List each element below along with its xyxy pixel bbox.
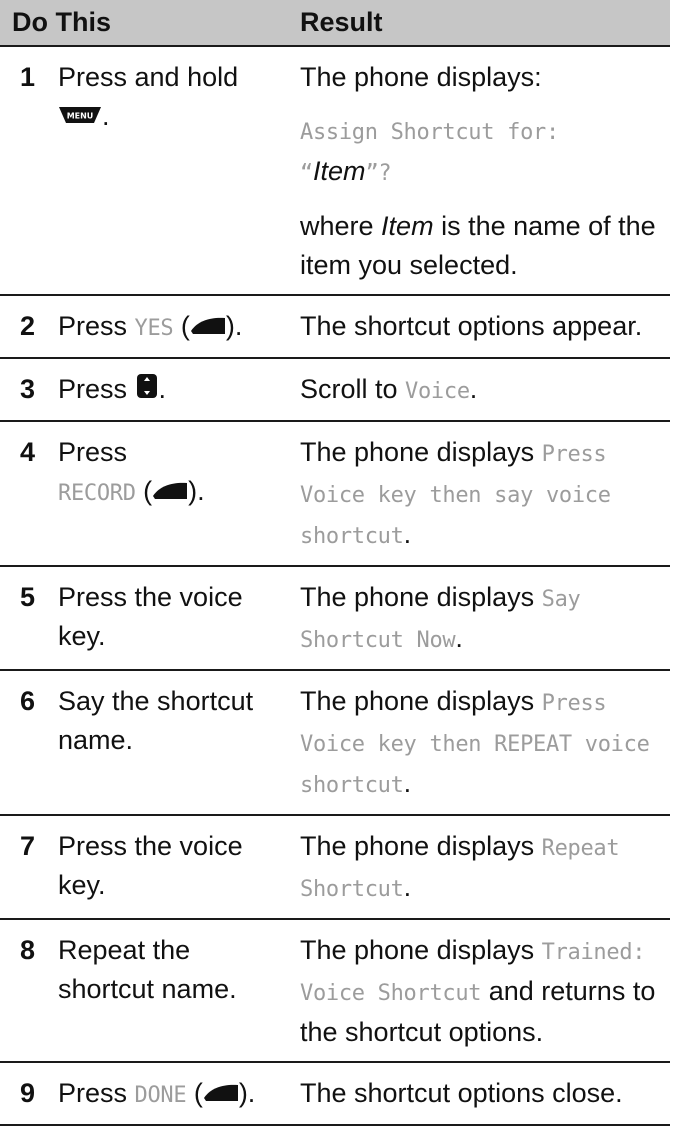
table-row: 5 Press the voice key. The phone display… xyxy=(0,566,670,671)
nav-key-icon xyxy=(135,371,159,410)
step-result: The phone displays Repeat Shortcut. xyxy=(292,815,670,920)
step-result: The phone displays Trained: Voice Shortc… xyxy=(292,919,670,1063)
right-soft-key-icon xyxy=(152,473,188,512)
instruction-table: Do This Result 1 Press and hold MENU . T… xyxy=(0,0,670,1126)
step-action: Press . xyxy=(42,358,292,422)
soft-key-label: YES xyxy=(134,316,174,341)
table-row: 3 Press . Scroll to Voice. xyxy=(0,358,670,422)
step-number: 9 xyxy=(0,1062,42,1126)
menu-key-icon: MENU xyxy=(58,98,102,137)
step-action: Say the shortcut name. xyxy=(42,670,292,816)
step-number: 7 xyxy=(0,815,42,920)
step-action: Press the voice key. xyxy=(42,566,292,671)
table-row: 9 Press DONE (). The shortcut options cl… xyxy=(0,1062,670,1126)
result-text: The phone displays: xyxy=(300,62,542,92)
page: Do This Result 1 Press and hold MENU . T… xyxy=(0,0,674,1126)
table-row: 8 Repeat the shortcut name. The phone di… xyxy=(0,919,670,1063)
soft-key-label: RECORD xyxy=(58,481,136,506)
table-row: 7 Press the voice key. The phone display… xyxy=(0,815,670,920)
step-action: Press and hold MENU . xyxy=(42,46,292,296)
step-result: The phone displays Say Shortcut Now. xyxy=(292,566,670,671)
step-number: 1 xyxy=(0,46,42,296)
table-row: 6 Say the shortcut name. The phone displ… xyxy=(0,670,670,816)
step-number: 4 xyxy=(0,421,42,567)
step-action: Press the voice key. xyxy=(42,815,292,920)
svg-text:MENU: MENU xyxy=(67,112,94,121)
step-action: Repeat the shortcut name. xyxy=(42,919,292,1063)
table-row: 2 Press YES (). The shortcut options app… xyxy=(0,295,670,359)
step-action-text: Press and hold xyxy=(58,62,239,92)
table-header-row: Do This Result xyxy=(0,0,670,47)
left-soft-key-icon xyxy=(190,308,226,347)
step-result: The phone displays Press Voice key then … xyxy=(292,421,670,567)
step-result: The shortcut options close. xyxy=(292,1062,670,1126)
table-row: 4 Press RECORD (). The phone displays Pre… xyxy=(0,421,670,567)
step-number: 8 xyxy=(0,919,42,1063)
table-row: 1 Press and hold MENU . The phone displa… xyxy=(0,46,670,296)
step-number: 3 xyxy=(0,358,42,422)
header-do-this: Do This xyxy=(0,0,292,47)
step-result: The phone displays: Assign Shortcut for:… xyxy=(292,46,670,296)
step-action: Press DONE (). xyxy=(42,1062,292,1126)
step-action: Press YES (). xyxy=(42,295,292,359)
step-number: 2 xyxy=(0,295,42,359)
soft-key-label: DONE xyxy=(134,1083,187,1108)
result-text: where Item is the name of the item you s… xyxy=(300,211,656,280)
step-result: Scroll to Voice. xyxy=(292,358,670,422)
step-number: 6 xyxy=(0,670,42,816)
step-action: Press RECORD (). xyxy=(42,421,292,567)
step-result: The phone displays Press Voice key then … xyxy=(292,670,670,816)
step-number: 5 xyxy=(0,566,42,671)
step-action-text: . xyxy=(102,101,110,131)
display-text: Assign Shortcut for: “Item”? xyxy=(300,120,559,186)
step-result: The shortcut options appear. xyxy=(292,295,670,359)
header-result: Result xyxy=(292,0,670,47)
left-soft-key-icon xyxy=(203,1075,239,1114)
